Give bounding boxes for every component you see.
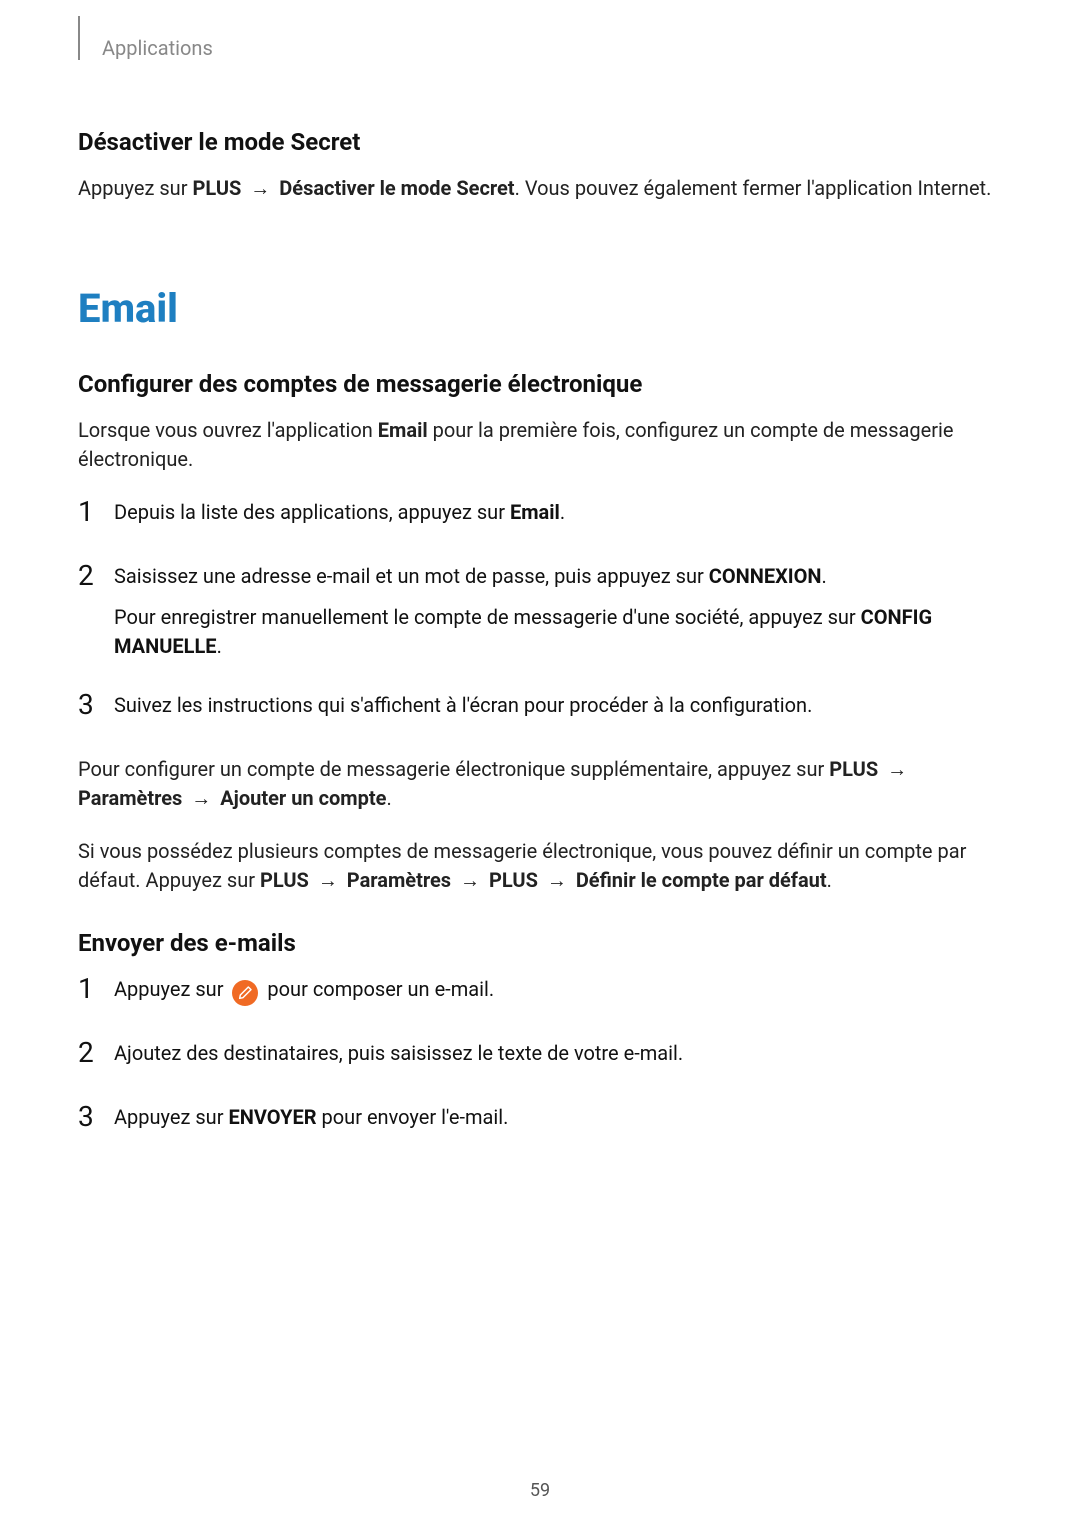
send-email-steps: Appuyez sur pour composer un e-mail. Ajo… (78, 975, 1002, 1137)
main-section-title-email: Email (78, 285, 1002, 332)
text-fragment: Appuyez sur (114, 977, 228, 1001)
text-fragment: Ajoutez des destinataires, puis saisisse… (114, 1041, 683, 1065)
arrow-icon: → (241, 176, 279, 200)
step-2: Saisissez une adresse e-mail et un mot d… (78, 562, 1002, 661)
page-header: Applications (78, 26, 1002, 70)
bold-parametres: Paramètres (78, 786, 182, 810)
text-fragment: . (386, 786, 391, 810)
page-container: Applications Désactiver le mode Secret A… (0, 0, 1080, 1527)
section-title-configure-accounts: Configurer des comptes de messagerie éle… (78, 370, 1002, 398)
text-fragment: Saisissez une adresse e-mail et un mot d… (114, 564, 709, 588)
bold-envoyer: ENVOYER (228, 1105, 316, 1129)
bold-email-app: Email (510, 500, 560, 524)
send-step-1: Appuyez sur pour composer un e-mail. (78, 975, 1002, 1009)
step-2-subnote: Pour enregistrer manuellement le compte … (114, 603, 1002, 661)
configure-intro: Lorsque vous ouvrez l'application Email … (78, 416, 1002, 474)
text-fragment: . (217, 634, 222, 658)
compose-icon (232, 980, 258, 1006)
bold-email-app: Email (378, 418, 428, 442)
additional-account-paragraph: Pour configurer un compte de messagerie … (78, 755, 1002, 813)
default-account-paragraph: Si vous possédez plusieurs comptes de me… (78, 837, 1002, 895)
send-step-3: Appuyez sur ENVOYER pour envoyer l'e-mai… (78, 1103, 1002, 1137)
bold-plus: PLUS (192, 176, 241, 200)
text-fragment: Suivez les instructions qui s'affichent … (114, 693, 812, 717)
text-fragment: Appuyez sur (114, 1105, 228, 1129)
text-fragment: Pour enregistrer manuellement le compte … (114, 605, 861, 629)
bold-plus: PLUS (829, 757, 878, 781)
step-1: Depuis la liste des applications, appuye… (78, 498, 1002, 532)
section-title-disable-secret: Désactiver le mode Secret (78, 128, 1002, 156)
text-fragment: . Vous pouvez également fermer l'applica… (515, 176, 992, 200)
arrow-icon: → (451, 868, 489, 892)
text-fragment: Appuyez sur (78, 176, 192, 200)
configure-steps: Depuis la liste des applications, appuye… (78, 498, 1002, 725)
text-fragment: . (822, 564, 827, 588)
breadcrumb: Applications (102, 36, 213, 60)
bold-plus: PLUS (260, 868, 309, 892)
arrow-icon: → (878, 757, 911, 781)
disable-secret-paragraph: Appuyez sur PLUS → Désactiver le mode Se… (78, 174, 1002, 203)
send-step-2: Ajoutez des destinataires, puis saisisse… (78, 1039, 1002, 1073)
arrow-icon: → (309, 868, 347, 892)
text-fragment: Pour configurer un compte de messagerie … (78, 757, 829, 781)
bold-parametres: Paramètres (347, 868, 451, 892)
bold-plus: PLUS (489, 868, 538, 892)
text-fragment: Depuis la liste des applications, appuye… (114, 500, 510, 524)
text-fragment: . (827, 868, 832, 892)
header-divider (78, 16, 80, 60)
arrow-icon: → (182, 786, 220, 810)
page-number: 59 (0, 1480, 1080, 1501)
text-fragment: pour envoyer l'e-mail. (317, 1105, 509, 1129)
text-fragment: Lorsque vous ouvrez l'application (78, 418, 378, 442)
bold-connexion: CONNEXION (709, 564, 822, 588)
bold-ajouter-compte: Ajouter un compte (220, 786, 386, 810)
bold-definir-defaut: Définir le compte par défaut (576, 868, 827, 892)
text-fragment: pour composer un e-mail. (262, 977, 494, 1001)
bold-disable-secret: Désactiver le mode Secret (279, 176, 514, 200)
section-title-send-emails: Envoyer des e-mails (78, 929, 1002, 957)
step-3: Suivez les instructions qui s'affichent … (78, 691, 1002, 725)
arrow-icon: → (538, 868, 576, 892)
text-fragment: . (560, 500, 565, 524)
